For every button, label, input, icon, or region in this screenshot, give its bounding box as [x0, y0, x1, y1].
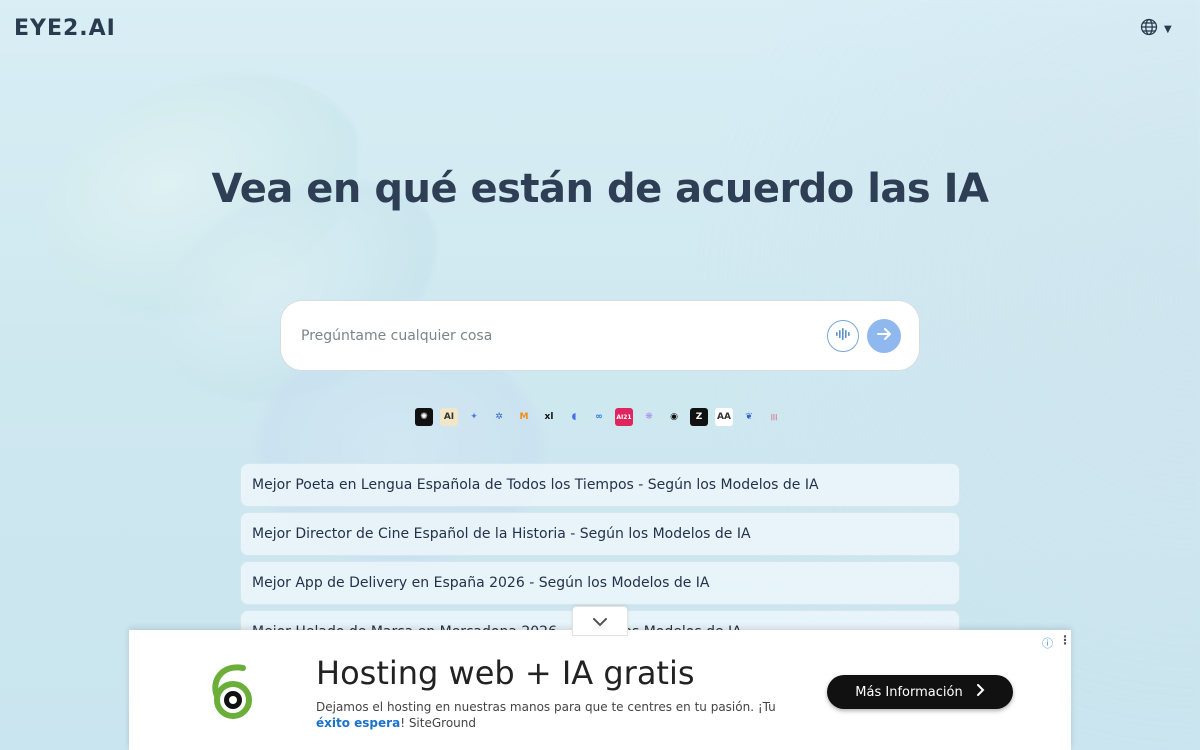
ad-more-icon[interactable]: ⋮ — [1059, 633, 1071, 647]
ad-info-icon[interactable]: ⓘ — [1042, 635, 1053, 651]
meta-icon: ∞ — [595, 412, 603, 422]
arrow-right-icon — [876, 326, 892, 345]
collapse-ad-button[interactable] — [572, 606, 628, 636]
chevron-down-icon: ▼ — [1164, 23, 1172, 35]
list-item[interactable]: Mejor App de Delivery en España 2026 - S… — [240, 561, 960, 605]
chevron-right-icon — [976, 684, 985, 700]
grok-icon: xl — [544, 412, 554, 422]
kimi-icon: ◉ — [670, 412, 678, 422]
ad-banner: Hosting web + IA gratis Dejamos el hosti… — [129, 630, 1071, 750]
voice-model-icon: ||| — [770, 413, 778, 421]
language-selector[interactable]: ▼ — [1140, 18, 1172, 40]
ad-description-text: Dejamos el hosting en nuestras manos par… — [316, 700, 776, 714]
voice-input-button[interactable] — [827, 319, 859, 352]
perplexity-icon: ✲ — [495, 412, 503, 422]
ad-description-suffix: ! SiteGround — [400, 716, 476, 730]
voice-icon — [835, 326, 851, 345]
globe-icon — [1140, 18, 1158, 40]
page-title: Vea en qué están de acuerdo las IA — [211, 166, 989, 212]
ai21-icon: AI21 — [615, 408, 633, 426]
ad-headline[interactable]: Hosting web + IA gratis — [316, 654, 695, 692]
mistral-icon: M — [519, 412, 529, 422]
siteground-logo-icon[interactable] — [207, 660, 257, 722]
search-box — [280, 300, 920, 371]
ad-description: Dejamos el hosting en nuestras manos par… — [316, 699, 786, 731]
chevron-down-icon — [593, 612, 607, 631]
llama-icon: ❦ — [745, 412, 753, 422]
ai-lab-icon: AA — [715, 408, 733, 426]
ad-description-accent: éxito espera — [316, 716, 401, 730]
ad-cta-label: Más Información — [855, 684, 963, 700]
chatgpt-icon: ✺ — [415, 408, 433, 426]
list-item[interactable]: Mejor Poeta en Lengua Española de Todos … — [240, 463, 960, 507]
ai-model-icons: ✺ AI ✦ ✲ Mxl ◖ ∞ AI21 ❋ ◉ Z AA ❦ ||| — [415, 408, 783, 426]
deepseek-icon: ◖ — [571, 412, 577, 422]
site-logo[interactable]: EYE2.AI — [14, 16, 116, 41]
submit-button[interactable] — [867, 318, 901, 353]
zhipu-icon: Z — [690, 408, 708, 426]
search-input[interactable] — [299, 326, 827, 345]
list-item[interactable]: Mejor Director de Cine Español de la His… — [240, 512, 960, 556]
gemini-icon: ✦ — [470, 412, 478, 422]
qwen-icon: ❋ — [645, 412, 653, 422]
anthropic-icon: AI — [440, 408, 458, 426]
ad-cta-button[interactable]: Más Información — [827, 675, 1013, 709]
